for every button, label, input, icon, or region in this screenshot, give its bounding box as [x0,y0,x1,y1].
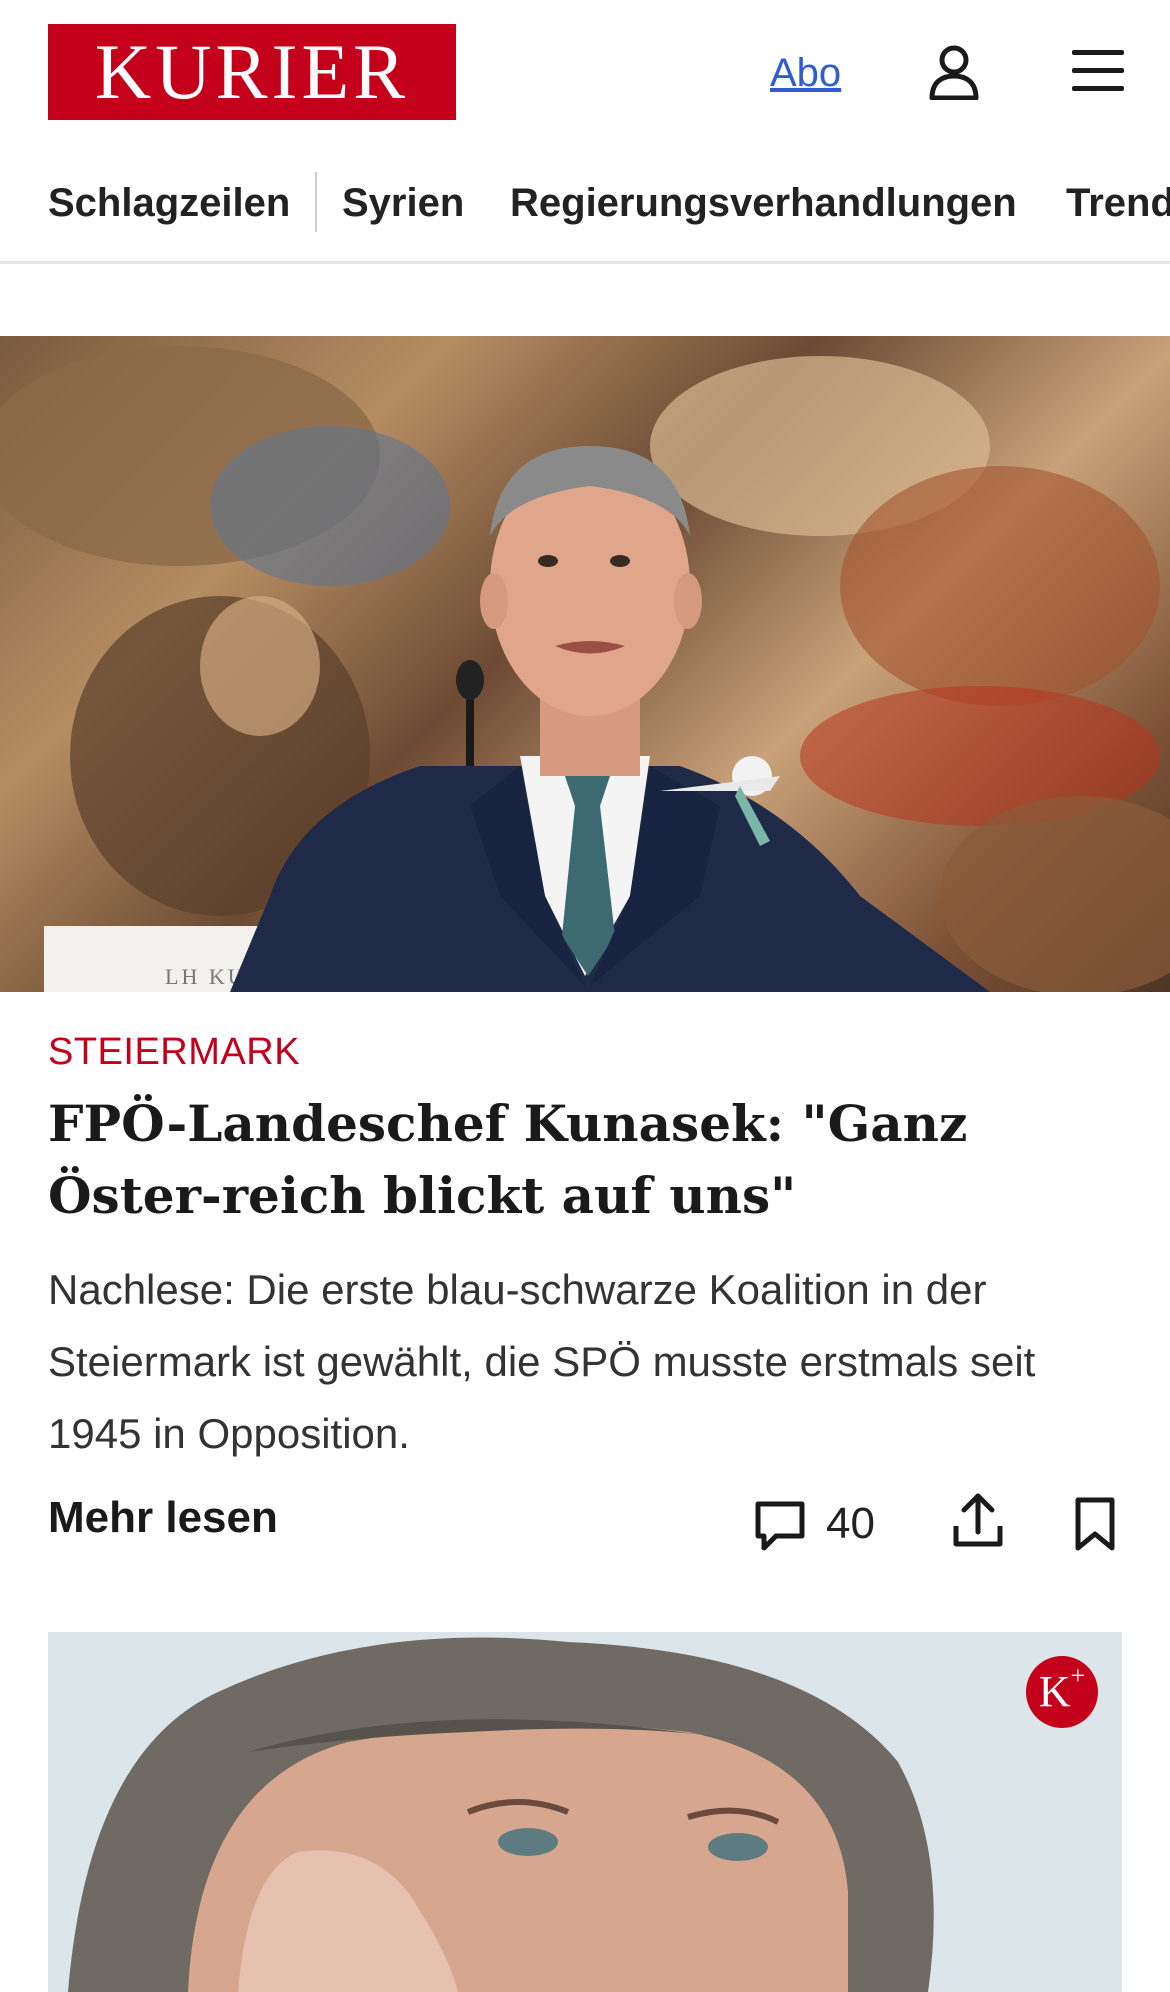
menu-icon[interactable] [1072,48,1124,94]
comment-icon[interactable] [752,1496,808,1552]
nav-item-syrien[interactable]: Syrien [342,178,464,228]
topic-nav: Schlagzeilen Syrien Regierungsverhandlun… [0,160,1170,264]
nav-item-trend[interactable]: Trend [1066,178,1170,228]
article-teaser[interactable]: Nachlese: Die erste blau-schwarze Koalit… [48,1254,1128,1470]
abo-link[interactable]: Abo [770,48,841,98]
bookmark-icon[interactable] [1072,1496,1118,1552]
site-header: KURIER Abo [0,0,1170,150]
nav-divider [315,172,317,232]
nav-item-schlagzeilen[interactable]: Schlagzeilen [48,178,290,228]
nav-item-regierungsverhandlungen[interactable]: Regierungsverhandlungen [510,178,1017,228]
comment-count[interactable]: 40 [826,1498,875,1550]
article-headline[interactable]: FPÖ-Landeschef Kunasek: "Ganz Öster-reic… [48,1088,1128,1232]
hero-illustration: LH KUNASEK [0,346,1170,992]
share-icon[interactable] [950,1490,1006,1550]
read-more-link[interactable]: Mehr lesen [48,1490,278,1546]
user-icon[interactable] [928,44,980,100]
hero-image[interactable]: LH KUNASEK [0,336,1170,992]
second-article-image[interactable] [48,1632,1122,1992]
kurier-logo[interactable]: KURIER [48,24,456,120]
second-image-illustration [48,1632,1122,1992]
kurier-plus-badge: K+ [1026,1656,1098,1728]
article-kicker[interactable]: STEIERMARK [48,1028,300,1076]
